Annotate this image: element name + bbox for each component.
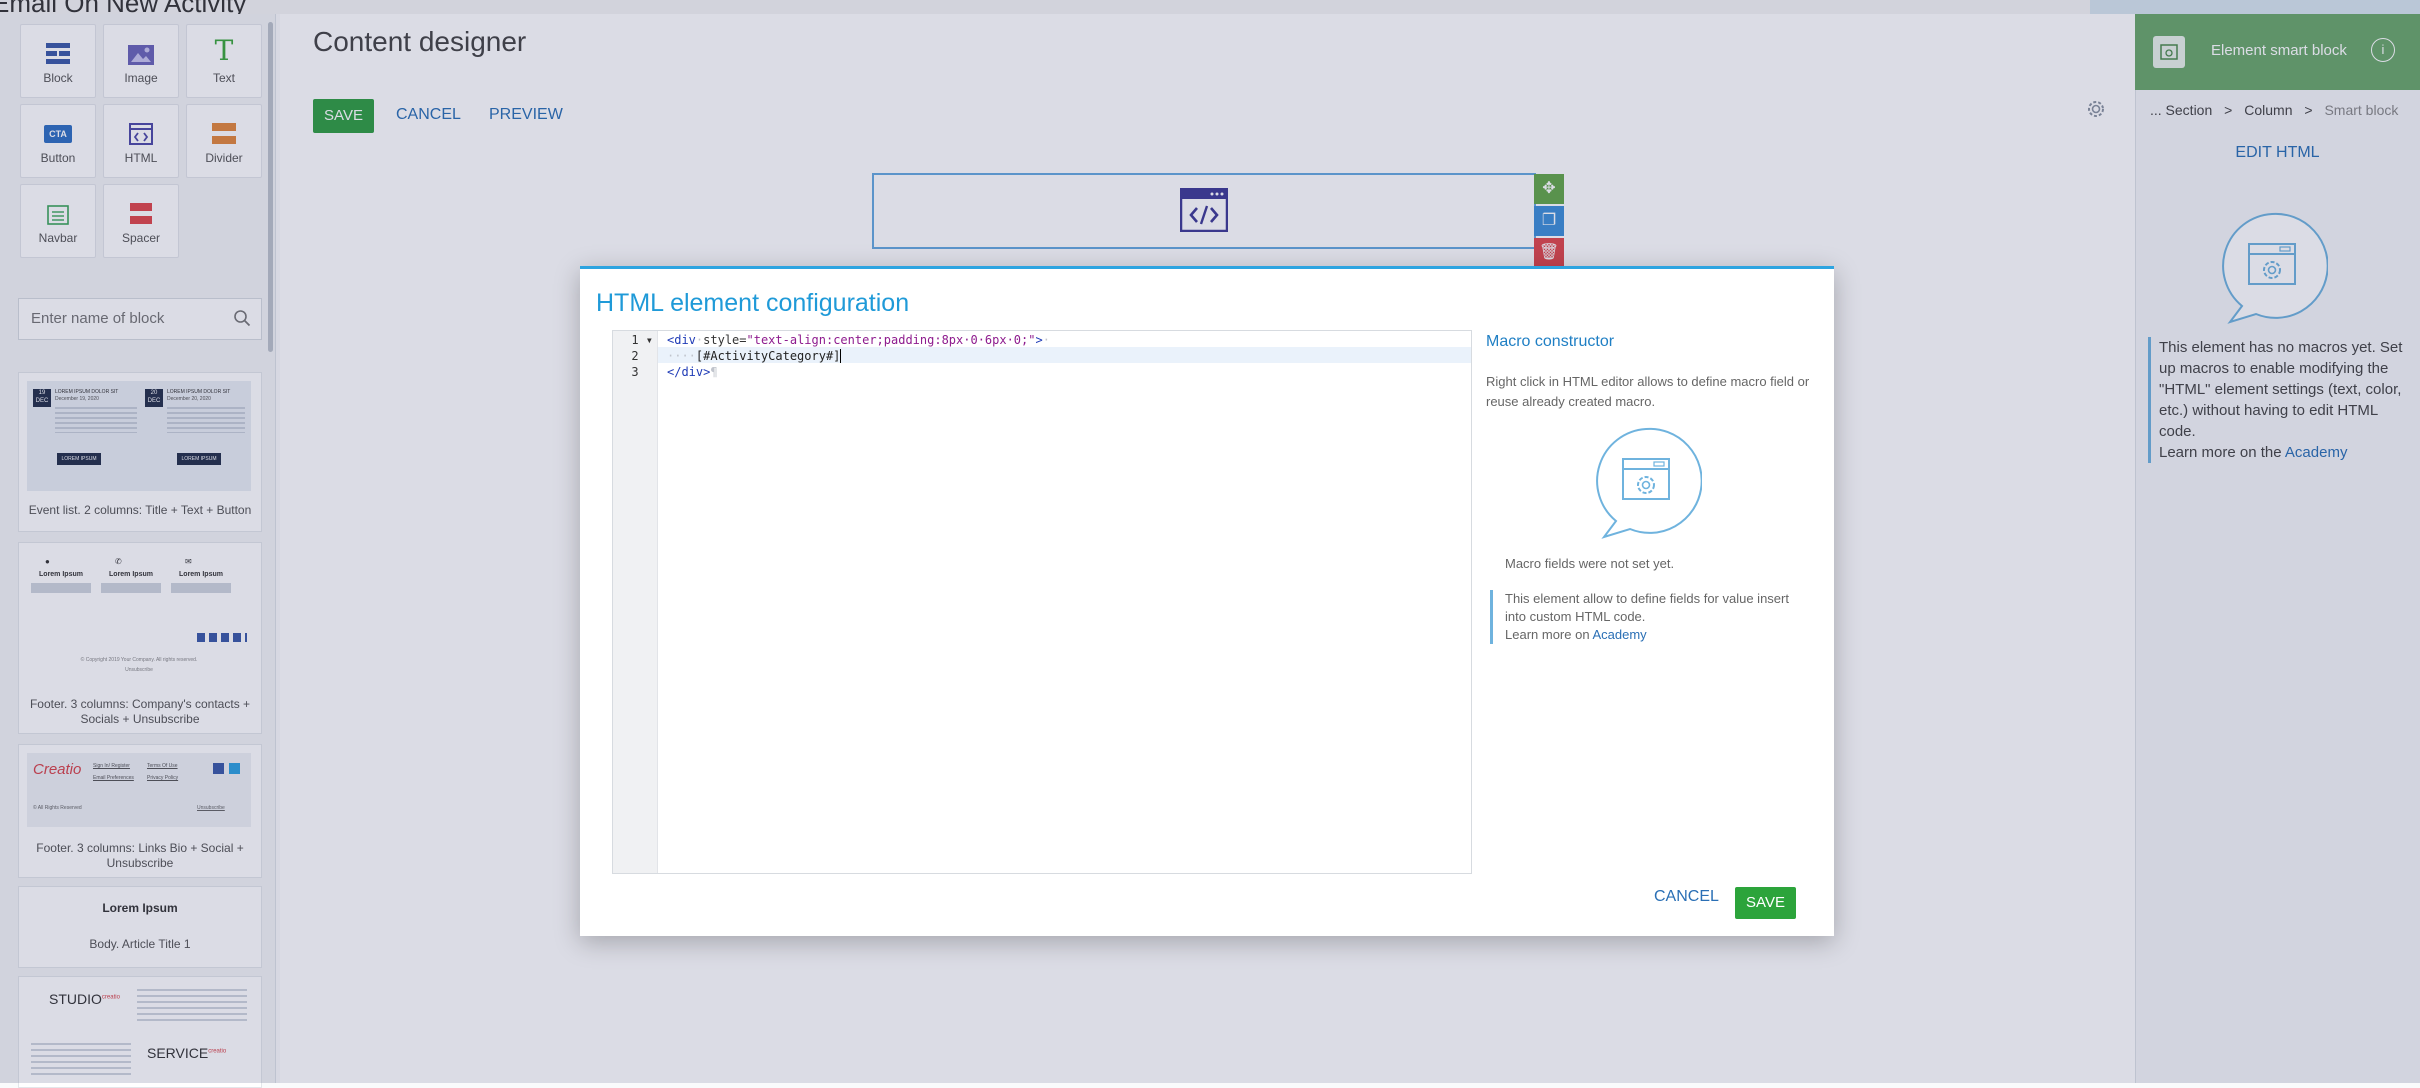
html-code-editor[interactable]: 1 ▾ 2 3 <div·style="text-align:center;pa… <box>612 330 1472 874</box>
macro-bubble-icon <box>1590 425 1703 546</box>
line-number: 3 <box>631 365 639 379</box>
line-number-gutter <box>613 331 658 873</box>
text-cursor <box>840 349 842 363</box>
code-line-1: <div·style="text-align:center;padding:8p… <box>667 333 1050 347</box>
code-line-2: ····[#ActivityCategory#] <box>667 349 842 363</box>
code-line-3: </div>¶ <box>667 365 718 379</box>
macro-constructor-description: Right click in HTML editor allows to def… <box>1486 374 1810 409</box>
dialog-cancel-button[interactable]: CANCEL <box>1654 888 1719 906</box>
academy-link[interactable]: Academy <box>1592 627 1646 642</box>
macro-empty-text: Macro fields were not set yet. <box>1505 556 1675 571</box>
dialog-title: HTML element configuration <box>596 289 910 317</box>
macro-info-note: This element allow to define fields for … <box>1490 590 1810 644</box>
line-number: 1 ▾ <box>631 333 653 347</box>
macro-constructor-title: Macro constructor <box>1486 333 1615 350</box>
dialog-save-button[interactable]: SAVE <box>1735 887 1796 919</box>
line-number: 2 <box>631 349 639 363</box>
